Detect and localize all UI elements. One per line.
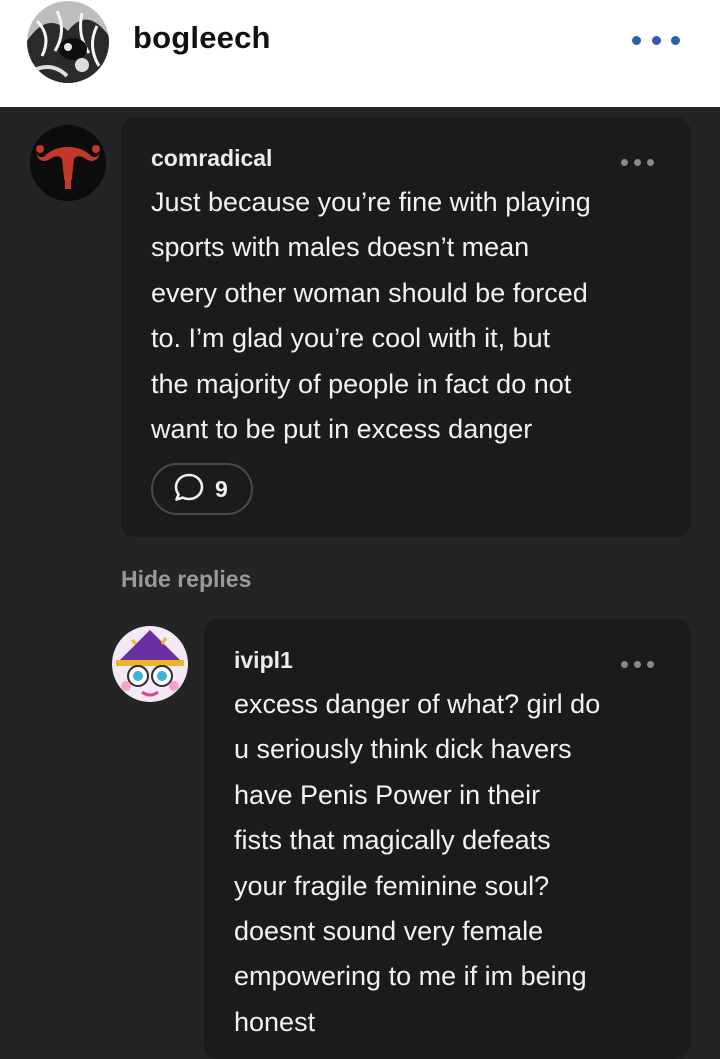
replier-avatar[interactable]: [112, 626, 188, 702]
reply-author[interactable]: ivipl1: [234, 647, 293, 674]
post-header: bogleech: [0, 0, 720, 107]
reply-more-icon[interactable]: [621, 657, 654, 671]
reply-line: excess danger of what? girl do: [234, 689, 601, 719]
reply-line: empowering to me if im being: [234, 961, 587, 992]
comment-line: every other woman should be forced: [151, 277, 588, 308]
comment-line: the majority of people in fact do not: [151, 368, 572, 399]
reply-line: have Penis Power in their: [234, 779, 541, 810]
reply-line: u seriously think dick havers: [234, 734, 572, 765]
commenter-avatar[interactable]: [30, 125, 106, 201]
reply-count-button[interactable]: 9: [151, 463, 253, 515]
reply-count: 9: [215, 475, 228, 502]
hide-replies-link[interactable]: Hide replies: [121, 566, 251, 593]
comment-author[interactable]: comradical: [151, 145, 272, 172]
comment-line: Just because you’re fine with playing: [151, 187, 591, 217]
comment-line: want to be put in excess danger: [151, 414, 533, 445]
comment-more-icon[interactable]: [621, 155, 654, 169]
comment-body: Just because you’re fine with playing sp…: [151, 180, 681, 452]
reply-line: fists that magically defeats: [234, 825, 551, 856]
comment-line: to. I’m glad you’re cool with it, but: [151, 323, 551, 354]
reply-body: excess danger of what? girl do u serious…: [234, 682, 684, 1045]
reply-line: honest: [234, 1006, 316, 1037]
blog-username[interactable]: bogleech: [133, 20, 271, 56]
speech-bubble-icon: [173, 472, 205, 507]
reply-line: doesnt sound very female: [234, 916, 544, 947]
comment-line: sports with males doesn’t mean: [151, 232, 530, 263]
reply-line: your fragile feminine soul?: [234, 870, 550, 901]
blog-avatar[interactable]: [27, 1, 109, 83]
more-options-icon[interactable]: [632, 26, 680, 54]
